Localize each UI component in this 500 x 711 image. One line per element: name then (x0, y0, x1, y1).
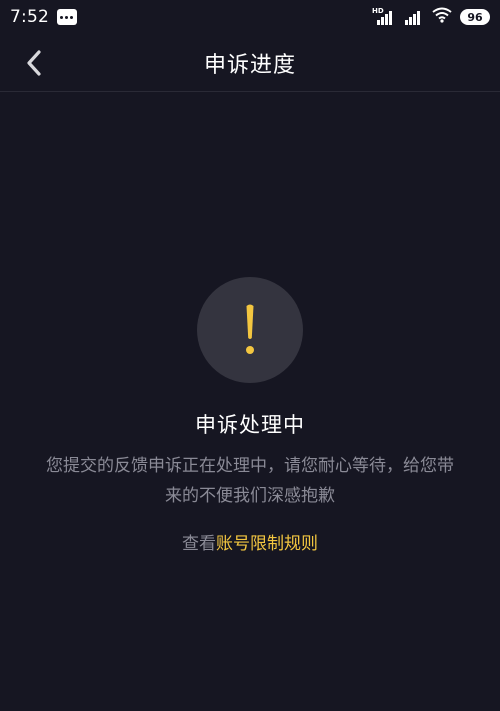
wifi-icon (432, 7, 452, 27)
nav-bar: 申诉进度 (0, 34, 500, 92)
rules-line: 查看账号限制规则 (182, 529, 318, 554)
account-rules-link[interactable]: 账号限制规则 (216, 534, 318, 554)
status-right: HD 96 (372, 7, 490, 27)
battery-icon: 96 (460, 9, 490, 25)
message-icon (56, 9, 77, 25)
page-title: 申诉进度 (203, 53, 296, 78)
hd-label: HD (372, 7, 384, 15)
rules-prefix: 查看 (182, 534, 216, 554)
status-description: 您提交的反馈申诉正在处理中，请您耐心等待，给您带来的不便我们深感抱歉 (46, 456, 454, 506)
status-left: 7:52 (10, 7, 77, 27)
status-bar: 7:52 HD 96 (0, 0, 500, 34)
warning-badge (197, 277, 303, 383)
main-content: 申诉处理中 您提交的反馈申诉正在处理中，请您耐心等待，给您带来的不便我们深感抱歉… (0, 92, 500, 554)
status-title: 申诉处理中 (195, 413, 305, 437)
signal-icon-2 (402, 9, 424, 25)
exclamation-icon (246, 304, 254, 354)
signal-icon: HD (372, 7, 394, 25)
status-time: 7:52 (10, 7, 49, 27)
